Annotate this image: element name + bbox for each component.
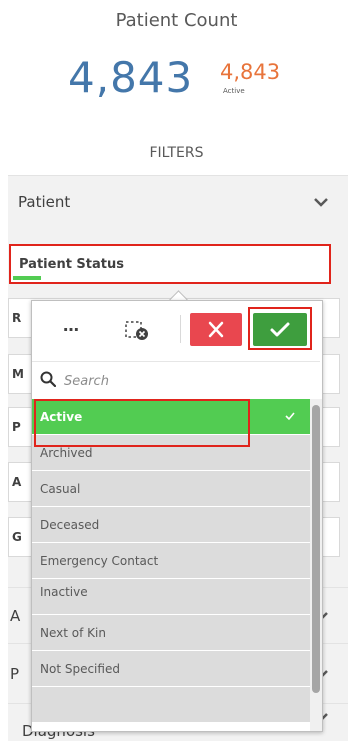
filter-label: Patient Status	[19, 257, 124, 272]
search-icon	[40, 371, 56, 387]
section-label: Patient	[18, 193, 71, 211]
checkmark-icon	[270, 322, 290, 337]
clear-selection-icon	[125, 321, 148, 340]
list-item-label: Emergency Contact	[40, 554, 159, 568]
active-highlight-box	[34, 399, 250, 447]
close-icon	[208, 321, 224, 338]
section-label: A	[10, 607, 21, 625]
filter-label: R	[12, 311, 22, 325]
section-label: P	[10, 665, 20, 683]
kpi-main-value: 4,843	[68, 53, 194, 102]
kpi-secondary-value: 4,843	[220, 60, 281, 84]
chevron-down-icon	[314, 197, 328, 207]
list-item-label: Deceased	[40, 518, 100, 532]
filter-patient-status[interactable]: Patient Status	[9, 244, 331, 284]
list-item-label: Archived	[40, 446, 93, 460]
confirm-selection-button[interactable]	[253, 313, 307, 346]
kpi-secondary-label: Active	[223, 87, 245, 95]
filter-label: A	[12, 475, 22, 489]
filter-label: G	[12, 530, 22, 544]
kpi-title: Patient Count	[115, 10, 238, 31]
list-item[interactable]: Next of Kin	[32, 615, 310, 651]
list-item-label: Not Specified	[40, 662, 120, 676]
search-bar	[32, 361, 320, 398]
more-options-button[interactable]: …	[56, 318, 86, 339]
list-item[interactable]: Inactive	[32, 579, 310, 615]
filter-label: P	[12, 420, 21, 434]
filters-title: FILTERS	[149, 145, 204, 161]
clear-selection-button[interactable]	[124, 319, 152, 343]
list-item[interactable]	[32, 687, 310, 723]
toolbar-divider	[180, 315, 181, 343]
list-item[interactable]: Not Specified	[32, 651, 310, 687]
selection-bar	[13, 276, 41, 280]
list-item[interactable]: Emergency Contact	[32, 543, 310, 579]
list-item[interactable]: Casual	[32, 471, 310, 507]
section-patient[interactable]: Patient	[8, 175, 348, 228]
list-item-label: Next of Kin	[40, 626, 106, 640]
scrollbar-thumb[interactable]	[312, 405, 320, 693]
cancel-selection-button[interactable]	[190, 313, 242, 346]
list-item[interactable]: Deceased	[32, 507, 310, 543]
filter-label: M	[12, 367, 24, 381]
search-input[interactable]	[62, 369, 306, 393]
checkmark-icon	[285, 412, 295, 421]
list-item-label: Casual	[40, 482, 81, 496]
listbox-popup: … Active Archived	[31, 300, 323, 732]
list-item-label: Inactive	[40, 585, 88, 599]
